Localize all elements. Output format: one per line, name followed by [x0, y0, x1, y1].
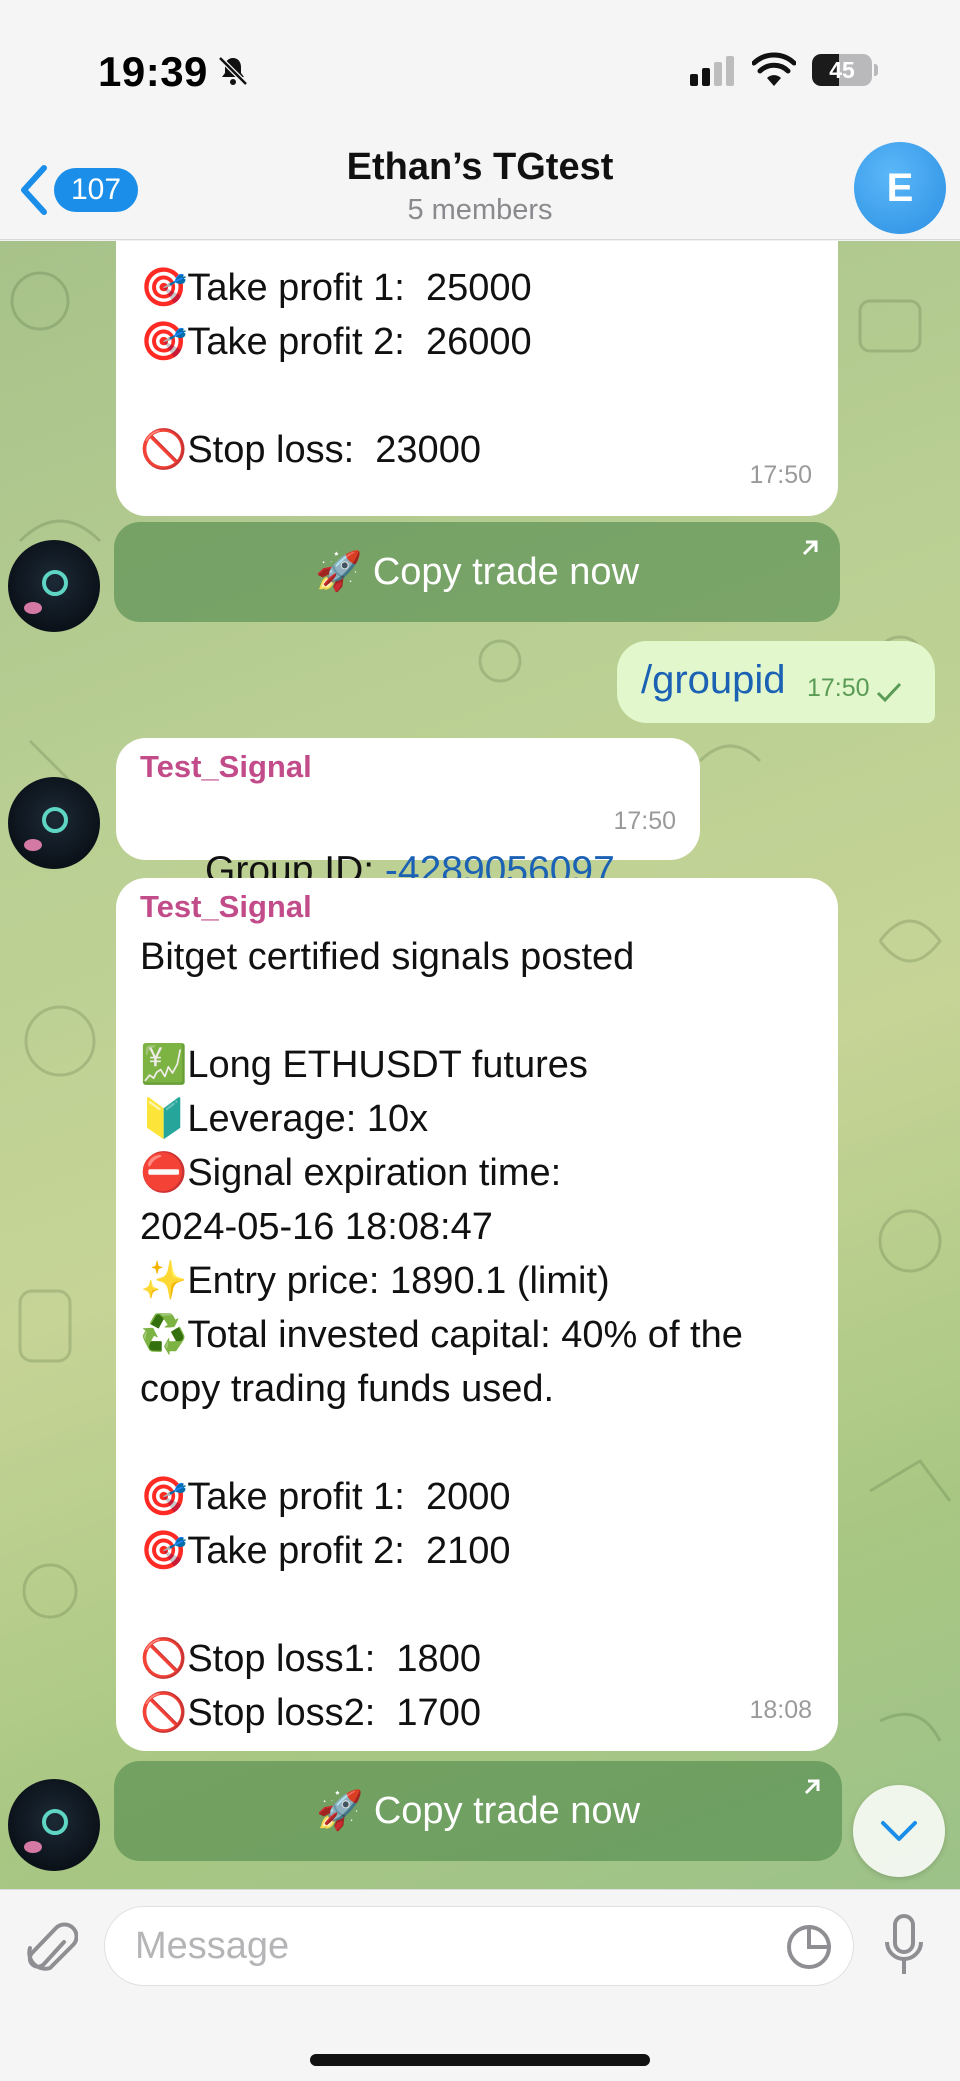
message-line: 🚫Stop loss1: 1800 — [140, 1638, 481, 1680]
message-time: 18:08 — [749, 1696, 812, 1724]
chat-title[interactable]: Ethan’s TGtest — [0, 146, 960, 189]
scroll-to-bottom-button[interactable] — [853, 1785, 945, 1877]
group-id-message: Test_Signal Group ID: -4289056097 17:50 — [116, 738, 700, 892]
message-line: ⛔Signal expiration time: — [140, 1152, 562, 1194]
message-line: 🎯Take profit 2: 2100 — [140, 1530, 511, 1572]
group-avatar[interactable]: E — [854, 142, 946, 234]
message-line: 🚫Stop loss2: 1700 — [140, 1692, 481, 1734]
message-time: 17:50 — [749, 461, 812, 489]
message-line: 🎯Take profit 1: 25000 — [140, 267, 532, 309]
composer-bar — [0, 1889, 960, 2081]
cellular-signal-icon — [690, 56, 734, 86]
sender-name[interactable]: Test_Signal — [140, 884, 814, 930]
chevron-down-icon — [881, 1821, 917, 1841]
signal-message-1: 🎯Take profit 1: 25000 🎯Take profit 2: 26… — [116, 241, 838, 516]
bot-avatar[interactable] — [8, 1779, 100, 1871]
message-line: 💹Long ETHUSDT futures — [140, 1044, 588, 1086]
bot-avatar[interactable] — [8, 777, 100, 869]
message-line: 🎯Take profit 2: 26000 — [140, 321, 532, 363]
sticker-icon[interactable] — [786, 1924, 832, 1970]
message-line — [140, 1578, 814, 1632]
message-time: 17:50 — [807, 674, 870, 702]
home-indicator — [310, 2054, 650, 2066]
message-line — [140, 984, 814, 1038]
wifi-icon — [752, 52, 796, 86]
outgoing-text[interactable]: /groupid — [641, 639, 786, 721]
message-line: 2024-05-16 18:08:47 — [140, 1206, 493, 1248]
chat-header: 107 Ethan’s TGtest 5 members E — [0, 140, 960, 240]
bot-avatar[interactable] — [8, 540, 100, 632]
chat-area[interactable]: 🎯Take profit 1: 25000 🎯Take profit 2: 26… — [0, 241, 960, 1889]
signal-message-2: Test_Signal Bitget certified signals pos… — [116, 878, 838, 1751]
outgoing-message: /groupid 17:50 — [617, 641, 935, 723]
external-arrow-icon — [802, 540, 818, 556]
message-line — [140, 1416, 814, 1470]
copy-trade-label: 🚀 Copy trade now — [315, 1790, 641, 1832]
message-line: 🎯Take profit 1: 2000 — [140, 1476, 511, 1518]
read-check-icon — [876, 682, 902, 703]
paperclip-icon[interactable] — [26, 1920, 78, 1980]
message-time: 17:50 — [613, 807, 676, 835]
message-line: 🔰Leverage: 10x — [140, 1098, 429, 1140]
battery-level: 45 — [829, 57, 855, 83]
copy-trade-button[interactable]: 🚀 Copy trade now — [114, 522, 840, 622]
status-bar: 19:39 45 — [0, 0, 960, 140]
message-line: 🚫Stop loss: 23000 — [140, 429, 481, 471]
chat-member-count: 5 members — [407, 194, 553, 226]
microphone-icon[interactable] — [884, 1914, 924, 1978]
bell-slash-icon — [218, 56, 248, 86]
external-arrow-icon — [804, 1779, 820, 1795]
status-time: 19:39 — [98, 48, 208, 95]
copy-trade-button[interactable]: 🚀 Copy trade now — [114, 1761, 842, 1861]
battery-icon: 45 — [812, 54, 878, 86]
copy-trade-label: 🚀 Copy trade now — [314, 551, 640, 593]
message-line: ♻️Total invested capital: 40% of the — [140, 1314, 743, 1356]
message-line: ✨Entry price: 1890.1 (limit) — [140, 1260, 610, 1302]
message-line: copy trading funds used. — [140, 1368, 555, 1410]
message-line — [140, 369, 810, 423]
message-input[interactable] — [104, 1906, 854, 1986]
sender-name[interactable]: Test_Signal — [140, 744, 680, 790]
message-line: Bitget certified signals posted — [140, 936, 635, 978]
